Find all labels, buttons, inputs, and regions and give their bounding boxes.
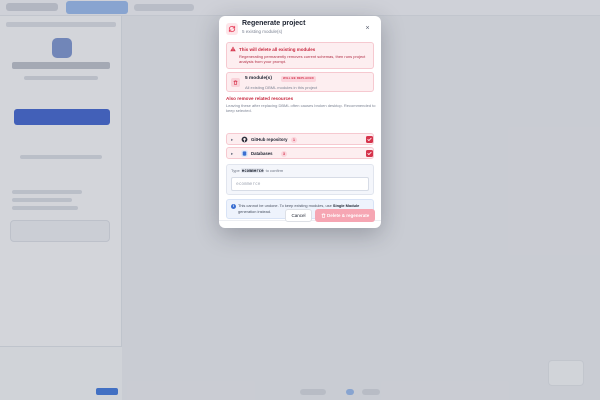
confirm-label-suffix: to confirm [265,168,284,173]
warning-title: This will delete all existing modules [239,46,316,52]
info-text-after: generation instead. [238,208,272,214]
database-icon [241,150,248,157]
databases-checkbox[interactable] [366,150,373,157]
chevron-right-icon[interactable]: ▸ [231,151,233,157]
warning-triangle-icon [230,46,236,52]
will-be-replaced-badge: WILL BE REPLACED [281,76,316,82]
cancel-button-label: Cancel [291,213,306,218]
resource-count-databases: 3 [281,150,287,157]
confirm-label: Type ecommerce to confirm [231,168,283,173]
resource-row-databases[interactable]: ▸ Databases 3 [226,147,374,159]
resource-row-github[interactable]: ▸ GitHub repository 1 [226,133,374,145]
close-button[interactable]: × [362,23,373,34]
resource-count-github: 1 [291,136,297,143]
regenerate-project-dialog: Regenerate project 5 existing module(s) … [219,16,381,228]
refresh-icon [226,23,238,35]
github-repository-checkbox[interactable] [366,136,373,143]
confirm-project-name-input[interactable] [231,177,369,191]
github-icon [241,136,248,143]
resource-label-github: GitHub repository [251,137,288,142]
modules-description: All existing DBML modules in this projec… [245,84,318,90]
confirm-section: Type ecommerce to confirm [226,164,374,195]
warning-text: Regenerating permanently removes current… [239,53,366,65]
resource-label-databases: Databases [251,151,273,156]
trash-icon [231,78,240,87]
dialog-subtitle: 5 existing module(s) [242,29,283,34]
related-resources-description: Leaving these after replacing DBML often… [226,102,376,114]
modules-card: 5 module(s) WILL BE REPLACED All existin… [226,72,374,92]
close-icon: × [365,25,370,32]
info-text-before: This cannot be undone. To keep existing … [238,203,332,208]
info-icon: i [231,203,236,209]
delete-and-regenerate-button[interactable]: Delete & regenerate [315,209,375,222]
confirm-keyword: ecommerce [240,168,265,173]
dialog-title: Regenerate project [242,20,306,27]
modules-count: 5 module(s) [245,76,272,81]
delete-and-regenerate-label: Delete & regenerate [326,213,370,218]
delete-warning-alert: This will delete all existing modules Re… [226,42,374,69]
chevron-right-icon[interactable]: ▸ [231,137,233,143]
check-icon [367,151,372,156]
info-text-emphasis: Single Module [332,203,360,208]
trash-icon [321,213,326,218]
check-icon [367,137,372,142]
confirm-label-prefix: Type [231,168,240,173]
related-resources-title: Also remove related resources [226,96,294,101]
cancel-button[interactable]: Cancel [285,209,312,222]
